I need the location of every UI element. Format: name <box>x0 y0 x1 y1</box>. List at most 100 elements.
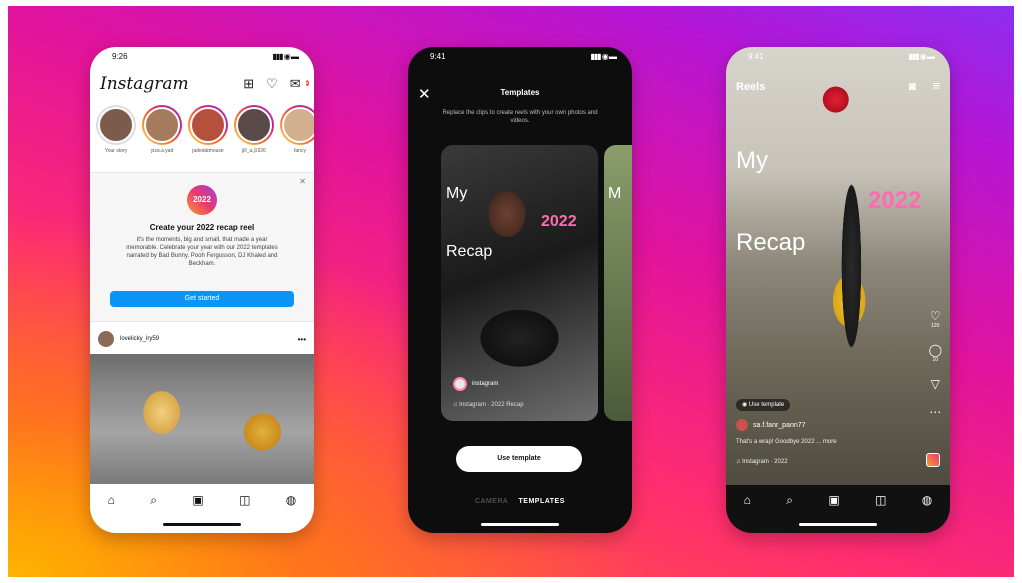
home-indicator[interactable] <box>799 523 877 526</box>
reel-audio[interactable]: ♫ Instagram · 2022 <box>736 459 788 465</box>
search-icon[interactable]: ⌕ <box>786 493 793 508</box>
reel-username: sa.f.fanr_pann77 <box>753 421 806 429</box>
promo-background: 9:26 ▮▮▮ ◉ ▬ Instagram ⊞ ♡ ✉ 2 Your story… <box>8 6 1014 577</box>
shop-icon[interactable]: ◫ <box>239 493 250 507</box>
comment-action[interactable]: ◯ 10 <box>929 343 942 363</box>
story-username: jill_a.j1926 <box>242 148 266 154</box>
share-action[interactable]: ▽ <box>931 377 940 391</box>
post-username[interactable]: lovelicky_lry59 <box>120 336 159 342</box>
instagram-logo: Instagram <box>100 74 189 94</box>
avatar <box>98 107 134 143</box>
template-card[interactable]: My 2022 Recap instagram ♫ Instagram · 20… <box>441 145 598 421</box>
messenger-icon[interactable]: ✉ 2 <box>290 76 309 92</box>
reel-actions: ♡ 120 ◯ 10 ▽ ⋯ <box>929 309 942 419</box>
more-action[interactable]: ⋯ <box>929 405 941 419</box>
audio-thumbnail[interactable] <box>926 453 940 467</box>
home-indicator[interactable] <box>481 523 559 526</box>
home-icon[interactable]: ⌂ <box>744 493 751 507</box>
home-indicator[interactable] <box>163 523 241 526</box>
bottom-tab-bar: ⌂ ⌕ ▣ ◫ ◍ <box>726 487 950 513</box>
overlay-text-year: 2022 <box>541 213 577 230</box>
heart-icon: ♡ <box>929 309 941 323</box>
story-username: yiza.a.yad <box>150 148 174 154</box>
status-bar: 9:26 ▮▮▮ ◉ ▬ <box>90 47 314 65</box>
story-item[interactable]: jadedatmouse <box>188 105 228 161</box>
overlay-text-my: My <box>736 147 768 174</box>
send-icon: ▽ <box>930 377 940 391</box>
avatar <box>144 107 180 143</box>
story-username: jadedatmouse <box>192 148 224 154</box>
comment-icon: ◯ <box>928 343 942 357</box>
avatar <box>736 419 748 431</box>
bottom-tab-bar: ⌂ ⌕ ▣ ◫ ◍ <box>90 487 314 513</box>
status-bar: 9:41 ▮▮▮ ◉ ▬ <box>408 47 632 65</box>
overlay-text-recap: Recap <box>736 229 806 256</box>
status-time: 9:26 <box>112 52 128 61</box>
story-item[interactable]: fancy <box>280 105 314 161</box>
signal-icon: ▮▮▮ ◉ ▬ <box>272 52 299 61</box>
tab-templates[interactable]: TEMPLATES <box>519 498 565 505</box>
overlay-text-my: M <box>608 185 622 202</box>
overlay-text-recap: Recap <box>446 243 493 260</box>
post-header: lovelicky_lry59 ••• <box>98 328 306 350</box>
page-title: Reels <box>736 81 766 93</box>
use-template-button[interactable]: Use template <box>456 446 582 472</box>
shop-icon[interactable]: ◫ <box>875 493 886 507</box>
close-icon[interactable]: ✕ <box>299 177 306 186</box>
post-image[interactable] <box>90 354 314 484</box>
like-action[interactable]: ♡ 120 <box>930 309 941 329</box>
home-icon[interactable]: ⌂ <box>108 493 115 507</box>
reel-author[interactable]: sa.f.fanr_pann77 <box>736 419 806 431</box>
avatar <box>282 107 314 143</box>
comment-count: 10 <box>932 357 939 363</box>
use-template-chip[interactable]: ◉ Use template <box>736 399 791 411</box>
messenger-badge: 2 <box>305 80 309 86</box>
tab-camera[interactable]: CAMERA <box>475 498 508 505</box>
phone-feed: 9:26 ▮▮▮ ◉ ▬ Instagram ⊞ ♡ ✉ 2 Your story… <box>90 47 314 533</box>
signal-icon: ▮▮▮ ◉ ▬ <box>908 52 935 61</box>
plus-square-icon[interactable]: ⊞ <box>243 76 254 92</box>
reel-caption[interactable]: That's a wrap! Goodbye 2022 ... more <box>736 439 837 445</box>
get-started-button[interactable]: Get started <box>110 291 294 307</box>
story-item[interactable]: Your story <box>96 105 136 161</box>
search-icon[interactable]: ⌕ <box>150 493 157 508</box>
story-item[interactable]: yiza.a.yad <box>142 105 182 161</box>
story-ring <box>234 105 274 145</box>
story-ring <box>280 105 314 145</box>
recap-description: It's the moments, big and small, that ma… <box>126 237 278 267</box>
stories-tray: Your story yiza.a.yad jadedatmouse jill_a.j… <box>96 105 314 161</box>
heart-icon[interactable]: ♡ <box>266 76 278 92</box>
avatar <box>236 107 272 143</box>
story-ring <box>96 105 136 145</box>
camera-mode-switch: CAMERA TEMPLATES <box>408 498 632 505</box>
story-item[interactable]: jill_a.j1926 <box>234 105 274 161</box>
recap-badge: 2022 <box>187 185 217 215</box>
page-title: Templates <box>500 88 540 97</box>
template-username: instagram <box>472 381 499 387</box>
more-icon[interactable]: ••• <box>298 335 306 344</box>
profile-icon[interactable]: ◍ <box>922 493 932 507</box>
avatar <box>453 377 467 391</box>
like-count: 120 <box>931 323 940 329</box>
avatar <box>190 107 226 143</box>
recap-promo-card: ✕ 2022 Create your 2022 recap reel It's … <box>90 172 314 322</box>
reels-icon[interactable]: ▣ <box>828 493 839 507</box>
template-card-next[interactable]: M <box>604 145 632 421</box>
status-time: 9:41 <box>748 52 764 61</box>
menu-icon[interactable]: ≡ <box>932 78 940 93</box>
story-username: Your story <box>104 148 128 154</box>
signal-icon: ▮▮▮ ◉ ▬ <box>590 52 617 61</box>
phone-templates: 9:41 ▮▮▮ ◉ ▬ ✕ Templates Replace the cli… <box>408 47 632 533</box>
overlay-text-my: My <box>446 185 468 202</box>
status-time: 9:41 <box>430 52 446 61</box>
camera-icon[interactable]: ◙ <box>909 79 916 93</box>
profile-icon[interactable]: ◍ <box>286 493 296 507</box>
avatar[interactable] <box>98 331 114 347</box>
overlay-text-year: 2022 <box>868 187 922 214</box>
phone-reels: 9:41 ▮▮▮ ◉ ▬ Reels ◙ ≡ My 2022 Recap ♡ 12… <box>726 47 950 533</box>
template-author[interactable]: instagram <box>453 377 498 391</box>
app-header: Instagram ⊞ ♡ ✉ 2 <box>100 69 309 99</box>
template-audio[interactable]: ♫ Instagram · 2022 Recap <box>453 402 524 408</box>
story-username: fancy <box>294 148 306 154</box>
reels-icon[interactable]: ▣ <box>192 493 203 507</box>
